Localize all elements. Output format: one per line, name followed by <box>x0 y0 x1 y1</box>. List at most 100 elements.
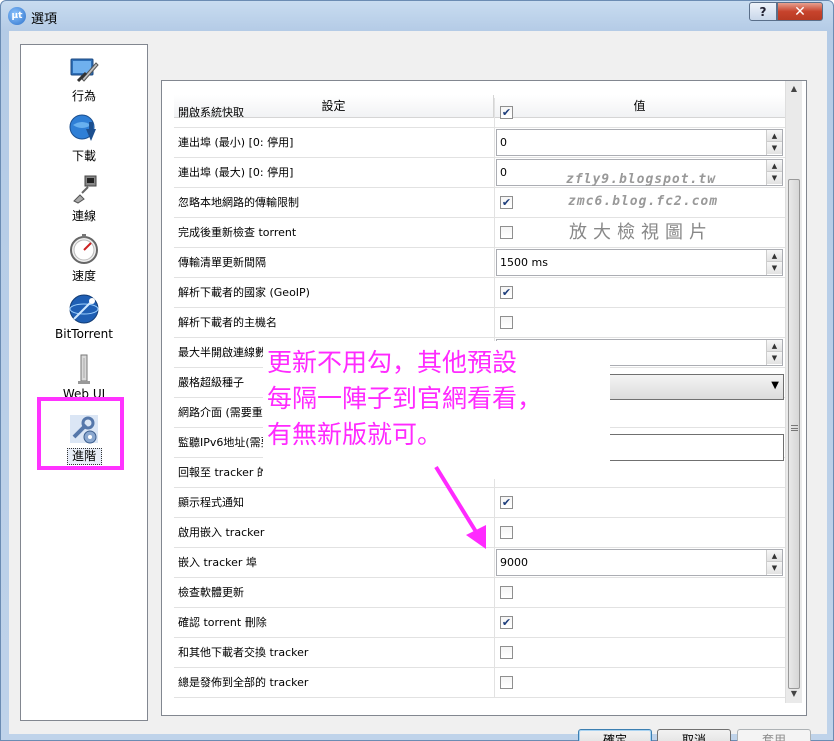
watermark-enlarge-hint: 放大檢視圖片 <box>569 222 713 243</box>
table-row[interactable]: 檢查軟體更新 <box>174 578 785 608</box>
checkmark-icon: ✔ <box>501 286 512 299</box>
table-row[interactable]: 和其他下載者交換 tracker <box>174 638 785 668</box>
setting-label: 忽略本地網路的傳輸限制 <box>178 196 299 209</box>
spin-up-icon[interactable]: ▲ <box>767 130 782 142</box>
spin-up-icon[interactable]: ▲ <box>767 250 782 262</box>
table-row[interactable]: 解析下載者的國家 (GeoIP) ✔ <box>174 278 785 308</box>
spin-down-icon[interactable]: ▼ <box>767 562 782 574</box>
bittorrent-icon <box>69 294 99 324</box>
sidebar-item-download[interactable]: 下載 <box>21 109 147 167</box>
watermark-blog-url-2: zmc6.blog.fc2.com <box>568 194 719 209</box>
setting-value-cell: ✔ <box>495 488 785 518</box>
options-window: μt 選項 ? ✕ 行為 下載 連線 速度 BitTorrent Web UI … <box>0 0 834 741</box>
setting-value-cell <box>495 518 785 548</box>
setting-label: 連出埠 (最小) [0: 停用] <box>178 136 294 149</box>
setting-checkbox[interactable]: ✔ <box>500 496 513 509</box>
connection-icon <box>73 175 97 204</box>
sidebar-item-label: 速度 <box>71 269 96 283</box>
scroll-down-arrow-icon[interactable]: ▼ <box>786 686 802 702</box>
setting-spinbox[interactable]: 1500 ms ▲ ▼ <box>496 249 783 276</box>
setting-label: 總是發佈到全部的 tracker <box>178 676 309 689</box>
setting-label: 連出埠 (最大) [0: 停用] <box>178 166 294 179</box>
scroll-up-arrow-icon[interactable]: ▲ <box>786 81 802 97</box>
setting-spinbox[interactable]: 0 ▲ ▼ <box>496 129 783 156</box>
table-row[interactable]: 總是發佈到全部的 tracker <box>174 668 785 698</box>
spinbox-value: 9000 <box>500 556 528 569</box>
help-button[interactable]: ? <box>749 2 777 21</box>
spinbox-buttons: ▲ ▼ <box>766 250 782 275</box>
checkmark-icon: ✔ <box>501 196 512 209</box>
setting-label: 確認 torrent 刪除 <box>178 616 267 629</box>
setting-value-cell: 9000 ▲ ▼ <box>495 548 785 578</box>
spin-up-icon[interactable]: ▲ <box>767 160 782 172</box>
spin-up-icon[interactable]: ▲ <box>767 550 782 562</box>
window-title: 選項 <box>31 12 58 27</box>
spin-down-icon[interactable]: ▼ <box>767 352 782 364</box>
sidebar-item-speed[interactable]: 速度 <box>21 229 147 287</box>
grip-icon <box>791 425 798 431</box>
setting-spinbox[interactable]: 9000 ▲ ▼ <box>496 549 783 576</box>
table-row[interactable]: 傳輸清單更新間隔 1500 ms ▲ ▼ <box>174 248 785 278</box>
table-row[interactable]: 連出埠 (最小) [0: 停用] 0 ▲ ▼ <box>174 128 785 158</box>
spinbox-value: 1500 ms <box>500 256 548 269</box>
annotation-highlight-box <box>37 397 124 470</box>
table-row[interactable]: 解析下載者的主機名 <box>174 308 785 338</box>
sidebar-item-label: BitTorrent <box>55 327 113 341</box>
setting-checkbox[interactable] <box>500 526 513 539</box>
setting-value-cell <box>495 578 785 608</box>
setting-label: 開啟系統快取 <box>178 106 244 119</box>
setting-label: 解析下載者的主機名 <box>178 316 277 329</box>
apply-button[interactable]: 套用 <box>737 729 811 741</box>
webui-icon <box>78 354 90 384</box>
checkmark-icon: ✔ <box>501 106 512 119</box>
table-row[interactable]: 開啟系統快取 ✔ <box>174 98 785 128</box>
setting-checkbox[interactable] <box>500 316 513 329</box>
setting-value-cell: 0 ▲ ▼ <box>495 128 785 158</box>
setting-checkbox[interactable] <box>500 676 513 689</box>
spin-down-icon[interactable]: ▼ <box>767 142 782 154</box>
spinbox-buttons: ▲ ▼ <box>766 550 782 575</box>
setting-checkbox[interactable]: ✔ <box>500 286 513 299</box>
setting-checkbox[interactable]: ✔ <box>500 616 513 629</box>
utorrent-app-icon: μt <box>8 7 26 25</box>
cancel-button[interactable]: 取消 <box>657 729 731 741</box>
setting-checkbox[interactable]: ✔ <box>500 106 513 119</box>
sidebar-item-behavior[interactable]: 行為 <box>21 49 147 107</box>
spin-down-icon[interactable]: ▼ <box>767 262 782 274</box>
setting-label: 和其他下載者交換 tracker <box>178 646 309 659</box>
setting-value-cell <box>495 638 785 668</box>
setting-value-cell: ✔ <box>495 98 785 128</box>
setting-value-cell: 1500 ms ▲ ▼ <box>495 248 785 278</box>
close-button[interactable]: ✕ <box>777 2 823 21</box>
watermark-blog-url-1: zfly9.blogspot.tw <box>566 172 717 187</box>
sidebar-item-bittorrent[interactable]: BitTorrent <box>21 289 147 347</box>
spinbox-buttons: ▲ ▼ <box>766 160 782 185</box>
annotation-line-1: 更新不用勾，其他預設 <box>267 348 518 377</box>
sidebar-item-connection[interactable]: 連線 <box>21 169 147 227</box>
chevron-down-icon: ▼ <box>771 380 779 391</box>
table-row[interactable]: 確認 torrent 刪除 ✔ <box>174 608 785 638</box>
setting-value-cell: ✔ <box>495 608 785 638</box>
spinbox-value: 0 <box>500 166 507 179</box>
setting-label: 完成後重新檢查 torrent <box>178 226 297 239</box>
spin-up-icon[interactable]: ▲ <box>767 340 782 352</box>
setting-checkbox[interactable] <box>500 226 513 239</box>
setting-checkbox[interactable] <box>500 646 513 659</box>
category-sidebar: 行為 下載 連線 速度 BitTorrent Web UI 進階 <box>20 44 148 721</box>
scroll-thumb[interactable] <box>788 179 800 689</box>
download-icon <box>69 114 96 141</box>
setting-checkbox[interactable] <box>500 586 513 599</box>
title-bar[interactable]: μt 選項 ? ✕ <box>1 1 833 31</box>
setting-label: 傳輸清單更新間隔 <box>178 256 266 269</box>
annotation-line-2: 每隔一陣子到官網看看， <box>267 384 543 413</box>
spinbox-value: 0 <box>500 136 507 149</box>
spin-down-icon[interactable]: ▼ <box>767 172 782 184</box>
vertical-scrollbar[interactable]: ▲ ▼ <box>785 81 802 703</box>
ok-button[interactable]: 確定 <box>578 729 652 741</box>
sidebar-item-label: 連線 <box>71 209 96 223</box>
setting-checkbox[interactable]: ✔ <box>500 196 513 209</box>
sidebar-item-label: 下載 <box>71 149 96 163</box>
checkmark-icon: ✔ <box>501 496 512 509</box>
speed-icon <box>70 234 98 264</box>
setting-label: 解析下載者的國家 (GeoIP) <box>178 286 310 299</box>
